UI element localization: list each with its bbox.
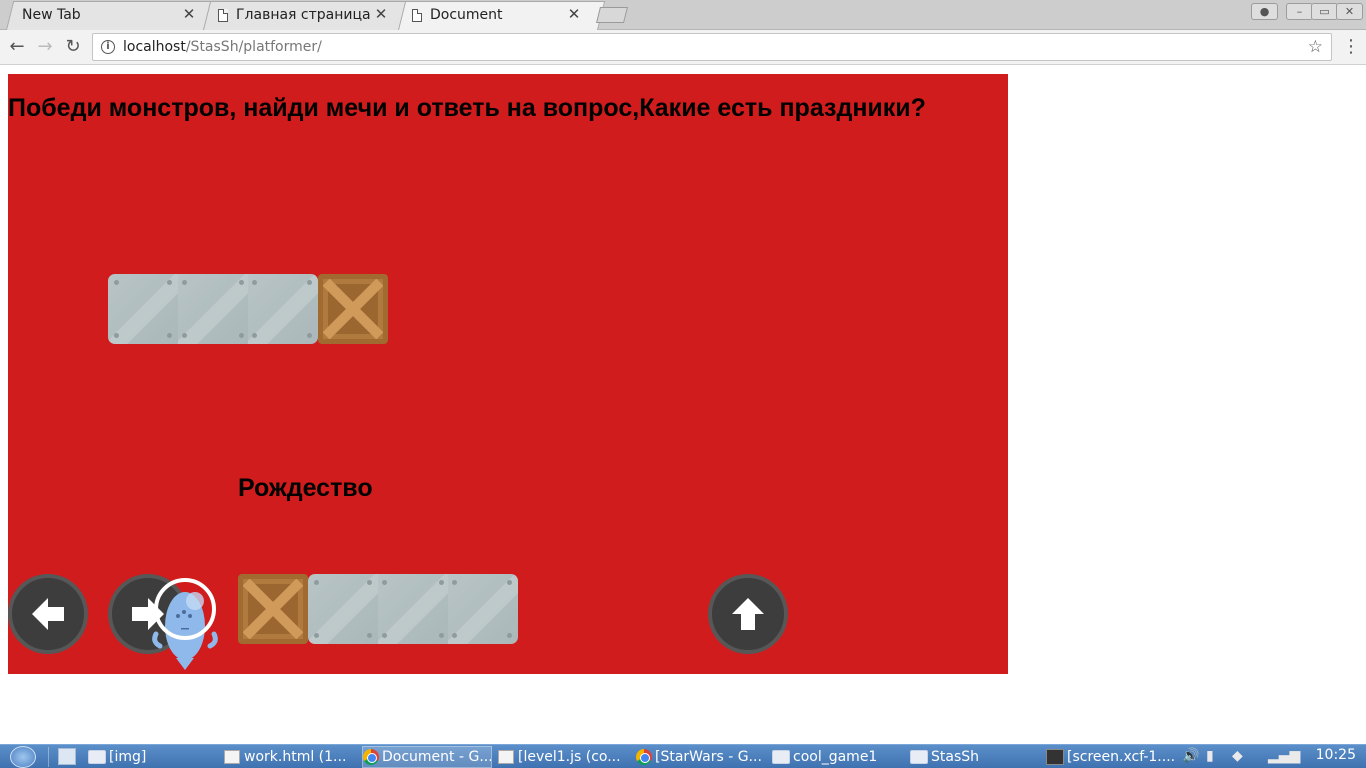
tab-document-content: Document [412,1,562,29]
tab-main-page-content: Главная страница [218,1,378,29]
clock[interactable]: 10:25 [1316,747,1356,763]
metal-block [448,574,518,644]
folder-icon [910,750,928,764]
metal-block [178,274,248,344]
metal-block [378,574,448,644]
taskbar-item-label: [img] [109,749,147,765]
taskbar-item-label: [level1.js (co... [518,749,621,765]
taskbar-item-label: [StarWars - G... [655,749,762,765]
taskbar-item-work-html[interactable]: work.html (1... [224,746,354,768]
tab-title: Главная страница [236,7,371,23]
tab-title: Document [430,7,503,23]
taskbar-item-screen-xcf[interactable]: [screen.xcf-1.... [1046,746,1176,768]
answer-word[interactable]: Рождество [238,474,373,503]
metal-block [108,274,178,344]
menu-icon[interactable]: ⋮ [1342,36,1360,58]
taskbar-item-label: work.html (1... [244,749,347,765]
wooden-crate [318,274,388,344]
taskbar: [img] work.html (1... Document - G... [l… [0,744,1366,768]
move-left-button[interactable] [8,574,88,654]
taskbar-item-label: [screen.xcf-1.... [1067,749,1176,765]
page-icon [412,8,422,22]
profile-icon[interactable]: ● [1251,3,1278,20]
arrow-up-icon [732,598,764,630]
show-desktop-icon[interactable] [58,748,76,765]
taskbar-item-level1-js[interactable]: [level1.js (co... [498,746,628,768]
network-icon[interactable]: ▂▄▆ [1268,748,1300,764]
minimize-button[interactable]: – [1286,3,1313,20]
browser-toolbar: ← → ↻ i localhost /StasSh/platformer/ ☆ … [0,30,1366,65]
document-icon [224,750,240,764]
address-bar[interactable]: i localhost /StasSh/platformer/ ☆ [92,33,1332,61]
url-host: localhost [123,39,186,55]
forward-button[interactable]: → [34,36,56,58]
tab-title: New Tab [22,7,81,23]
question-text: Победи монстров, найди мечи и ответь на … [8,94,926,122]
back-button[interactable]: ← [6,36,28,58]
tab-close-icon[interactable]: ✕ [566,6,582,22]
document-icon [498,750,514,764]
taskbar-item-img[interactable]: [img] [88,746,218,768]
start-menu-icon[interactable] [10,746,36,768]
folder-icon [772,750,790,764]
gimp-icon [1046,749,1064,765]
page-icon [218,8,228,22]
bookmark-star-icon[interactable]: ☆ [1308,37,1323,57]
metal-block [248,274,318,344]
chrome-icon [636,749,652,765]
tab-close-icon[interactable]: ✕ [181,6,197,22]
jump-button[interactable] [708,574,788,654]
arrow-left-icon [32,598,64,630]
restore-button[interactable]: ▭ [1311,3,1338,20]
chrome-icon [363,749,379,765]
url-path: /StasSh/platformer/ [185,39,322,55]
info-icon[interactable]: i [101,40,115,54]
reload-button[interactable]: ↻ [62,36,84,58]
player-character [152,578,218,670]
tab-close-icon[interactable]: ✕ [373,6,389,22]
taskbar-item-starwars[interactable]: [StarWars - G... [636,746,766,768]
new-tab-button[interactable] [596,7,628,23]
battery-icon[interactable]: ▮ [1206,748,1214,764]
taskbar-item-label: Document - G... [382,749,492,765]
wooden-crate [238,574,308,644]
metal-block [308,574,378,644]
taskbar-item-label: cool_game1 [793,749,878,765]
game-canvas[interactable]: Победи монстров, найди мечи и ответь на … [8,74,1008,674]
close-window-button[interactable]: ✕ [1336,3,1363,20]
taskbar-item-cool-game1[interactable]: cool_game1 [772,746,902,768]
taskbar-item-label: StasSh [931,749,980,765]
folder-icon [88,750,106,764]
browser-tab-strip: New Tab ✕ Главная страница ✕ Document ✕ … [0,0,1366,30]
tab-new-tab-content: New Tab [22,1,182,29]
taskbar-item-document-chrome[interactable]: Document - G... [362,746,492,768]
volume-icon[interactable]: 🔊 [1182,748,1199,764]
dropbox-icon[interactable]: ◆ [1232,748,1243,764]
taskbar-item-stassh[interactable]: StasSh [910,746,1040,768]
